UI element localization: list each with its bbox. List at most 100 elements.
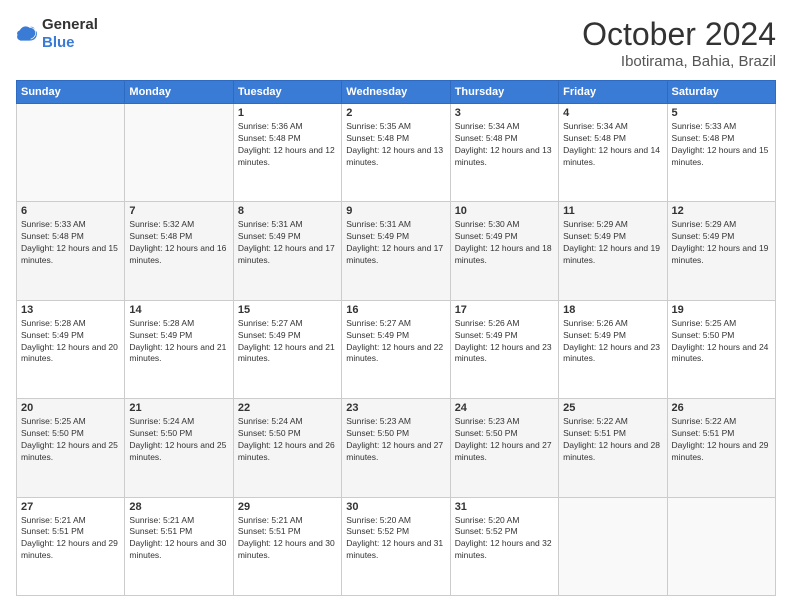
day-detail: Sunrise: 5:27 AM Sunset: 5:49 PM Dayligh… (346, 318, 445, 366)
day-number: 2 (346, 107, 445, 119)
daylight: Daylight: 12 hours and 17 minutes. (346, 243, 443, 265)
day-number: 20 (21, 402, 120, 414)
calendar-cell: 10 Sunrise: 5:30 AM Sunset: 5:49 PM Dayl… (450, 202, 558, 300)
col-header-wednesday: Wednesday (342, 81, 450, 104)
calendar-cell: 28 Sunrise: 5:21 AM Sunset: 5:51 PM Dayl… (125, 497, 233, 595)
day-number: 26 (672, 402, 771, 414)
day-detail: Sunrise: 5:30 AM Sunset: 5:49 PM Dayligh… (455, 219, 554, 267)
day-number: 7 (129, 205, 228, 217)
daylight: Daylight: 12 hours and 17 minutes. (238, 243, 335, 265)
calendar-cell (17, 104, 125, 202)
sunset: Sunset: 5:50 PM (129, 428, 192, 438)
daylight: Daylight: 12 hours and 32 minutes. (455, 538, 552, 560)
calendar-cell: 9 Sunrise: 5:31 AM Sunset: 5:49 PM Dayli… (342, 202, 450, 300)
calendar-header-row: SundayMondayTuesdayWednesdayThursdayFrid… (17, 81, 776, 104)
daylight: Daylight: 12 hours and 15 minutes. (21, 243, 118, 265)
day-number: 4 (563, 107, 662, 119)
day-number: 29 (238, 501, 337, 513)
day-number: 9 (346, 205, 445, 217)
sunrise: Sunrise: 5:30 AM (455, 219, 520, 229)
sunrise: Sunrise: 5:28 AM (21, 318, 86, 328)
calendar-cell: 3 Sunrise: 5:34 AM Sunset: 5:48 PM Dayli… (450, 104, 558, 202)
sunset: Sunset: 5:51 PM (238, 526, 301, 536)
day-number: 10 (455, 205, 554, 217)
sunset: Sunset: 5:49 PM (21, 330, 84, 340)
col-header-friday: Friday (559, 81, 667, 104)
calendar-cell: 22 Sunrise: 5:24 AM Sunset: 5:50 PM Dayl… (233, 399, 341, 497)
sunrise: Sunrise: 5:27 AM (238, 318, 303, 328)
logo: General Blue (16, 16, 98, 52)
sunrise: Sunrise: 5:20 AM (455, 515, 520, 525)
calendar-cell: 4 Sunrise: 5:34 AM Sunset: 5:48 PM Dayli… (559, 104, 667, 202)
calendar-cell: 23 Sunrise: 5:23 AM Sunset: 5:50 PM Dayl… (342, 399, 450, 497)
day-number: 19 (672, 304, 771, 316)
calendar-cell: 13 Sunrise: 5:28 AM Sunset: 5:49 PM Dayl… (17, 300, 125, 398)
sunrise: Sunrise: 5:31 AM (238, 219, 303, 229)
sunrise: Sunrise: 5:27 AM (346, 318, 411, 328)
daylight: Daylight: 12 hours and 31 minutes. (346, 538, 443, 560)
calendar-cell: 25 Sunrise: 5:22 AM Sunset: 5:51 PM Dayl… (559, 399, 667, 497)
sunrise: Sunrise: 5:31 AM (346, 219, 411, 229)
calendar-cell: 31 Sunrise: 5:20 AM Sunset: 5:52 PM Dayl… (450, 497, 558, 595)
calendar-cell: 15 Sunrise: 5:27 AM Sunset: 5:49 PM Dayl… (233, 300, 341, 398)
calendar-cell (559, 497, 667, 595)
calendar-cell: 29 Sunrise: 5:21 AM Sunset: 5:51 PM Dayl… (233, 497, 341, 595)
day-number: 27 (21, 501, 120, 513)
calendar-cell: 2 Sunrise: 5:35 AM Sunset: 5:48 PM Dayli… (342, 104, 450, 202)
day-detail: Sunrise: 5:21 AM Sunset: 5:51 PM Dayligh… (21, 515, 120, 563)
daylight: Daylight: 12 hours and 25 minutes. (129, 440, 226, 462)
day-number: 1 (238, 107, 337, 119)
sunset: Sunset: 5:49 PM (238, 231, 301, 241)
sunrise: Sunrise: 5:25 AM (672, 318, 737, 328)
calendar-cell: 16 Sunrise: 5:27 AM Sunset: 5:49 PM Dayl… (342, 300, 450, 398)
daylight: Daylight: 12 hours and 20 minutes. (21, 342, 118, 364)
calendar-cell: 7 Sunrise: 5:32 AM Sunset: 5:48 PM Dayli… (125, 202, 233, 300)
day-detail: Sunrise: 5:36 AM Sunset: 5:48 PM Dayligh… (238, 121, 337, 169)
calendar-cell: 18 Sunrise: 5:26 AM Sunset: 5:49 PM Dayl… (559, 300, 667, 398)
calendar-cell: 11 Sunrise: 5:29 AM Sunset: 5:49 PM Dayl… (559, 202, 667, 300)
day-detail: Sunrise: 5:29 AM Sunset: 5:49 PM Dayligh… (563, 219, 662, 267)
header: General Blue October 2024 Ibotirama, Bah… (16, 16, 776, 70)
day-detail: Sunrise: 5:28 AM Sunset: 5:49 PM Dayligh… (21, 318, 120, 366)
day-number: 3 (455, 107, 554, 119)
sunset: Sunset: 5:51 PM (21, 526, 84, 536)
logo-text: General Blue (42, 16, 98, 52)
sunset: Sunset: 5:50 PM (238, 428, 301, 438)
sunrise: Sunrise: 5:21 AM (129, 515, 194, 525)
calendar-cell: 6 Sunrise: 5:33 AM Sunset: 5:48 PM Dayli… (17, 202, 125, 300)
day-detail: Sunrise: 5:26 AM Sunset: 5:49 PM Dayligh… (455, 318, 554, 366)
day-number: 5 (672, 107, 771, 119)
day-detail: Sunrise: 5:34 AM Sunset: 5:48 PM Dayligh… (455, 121, 554, 169)
day-number: 18 (563, 304, 662, 316)
day-detail: Sunrise: 5:23 AM Sunset: 5:50 PM Dayligh… (346, 416, 445, 464)
col-header-thursday: Thursday (450, 81, 558, 104)
day-number: 28 (129, 501, 228, 513)
sunrise: Sunrise: 5:33 AM (672, 121, 737, 131)
col-header-sunday: Sunday (17, 81, 125, 104)
daylight: Daylight: 12 hours and 26 minutes. (238, 440, 335, 462)
sunrise: Sunrise: 5:21 AM (21, 515, 86, 525)
daylight: Daylight: 12 hours and 24 minutes. (672, 342, 769, 364)
sunset: Sunset: 5:52 PM (346, 526, 409, 536)
calendar-cell: 24 Sunrise: 5:23 AM Sunset: 5:50 PM Dayl… (450, 399, 558, 497)
sunset: Sunset: 5:49 PM (129, 330, 192, 340)
sunrise: Sunrise: 5:34 AM (563, 121, 628, 131)
location: Ibotirama, Bahia, Brazil (582, 53, 776, 70)
sunset: Sunset: 5:49 PM (563, 231, 626, 241)
sunrise: Sunrise: 5:29 AM (563, 219, 628, 229)
daylight: Daylight: 12 hours and 13 minutes. (455, 145, 552, 167)
daylight: Daylight: 12 hours and 27 minutes. (455, 440, 552, 462)
day-detail: Sunrise: 5:21 AM Sunset: 5:51 PM Dayligh… (129, 515, 228, 563)
calendar-week-1: 1 Sunrise: 5:36 AM Sunset: 5:48 PM Dayli… (17, 104, 776, 202)
day-number: 31 (455, 501, 554, 513)
day-number: 16 (346, 304, 445, 316)
day-detail: Sunrise: 5:28 AM Sunset: 5:49 PM Dayligh… (129, 318, 228, 366)
logo-icon (16, 23, 38, 45)
day-number: 11 (563, 205, 662, 217)
sunset: Sunset: 5:51 PM (672, 428, 735, 438)
calendar-cell: 17 Sunrise: 5:26 AM Sunset: 5:49 PM Dayl… (450, 300, 558, 398)
month-title: October 2024 (582, 16, 776, 53)
day-detail: Sunrise: 5:32 AM Sunset: 5:48 PM Dayligh… (129, 219, 228, 267)
sunrise: Sunrise: 5:35 AM (346, 121, 411, 131)
sunrise: Sunrise: 5:25 AM (21, 416, 86, 426)
